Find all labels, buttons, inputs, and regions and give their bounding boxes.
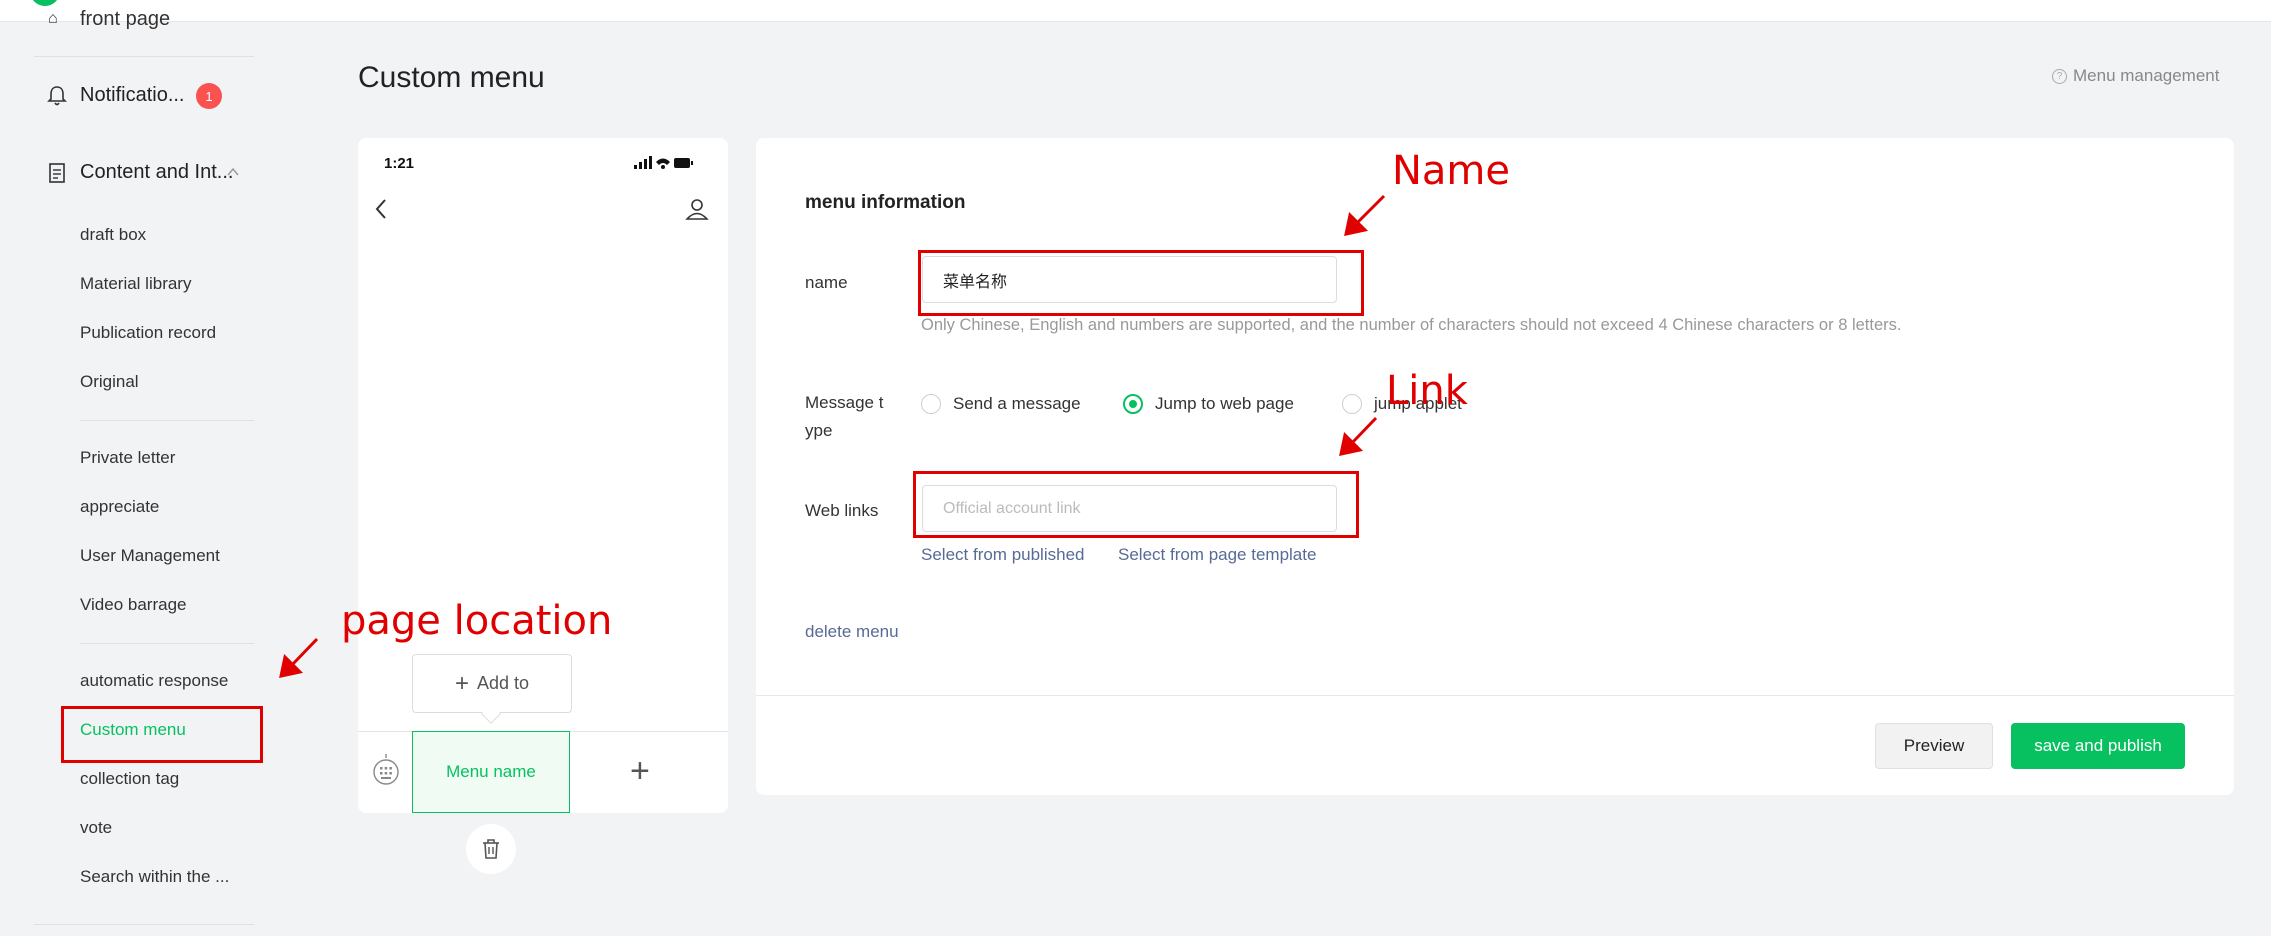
sidebar-item-front-page[interactable]: front page — [80, 8, 170, 31]
phone-time: 1:21 — [384, 155, 415, 172]
sidebar-item-search[interactable]: Search within the ... — [80, 867, 229, 887]
back-arrow-icon[interactable] — [373, 196, 389, 222]
radio-circle — [921, 394, 941, 414]
message-type-label-line2: ype — [805, 421, 833, 440]
radio-jump-web-page[interactable]: Jump to web page — [1123, 394, 1294, 414]
top-bar — [0, 0, 2271, 22]
radio-label: Send a message — [953, 394, 1081, 413]
sidebar-item-original[interactable]: Original — [80, 372, 139, 392]
page-location-arrowhead — [279, 653, 304, 678]
keyboard-icon[interactable] — [372, 752, 400, 788]
delete-menu-link[interactable]: delete menu — [805, 622, 899, 642]
notification-badge: 1 — [196, 83, 222, 109]
plus-icon: + — [454, 669, 469, 697]
sidebar-item-notifications[interactable]: Notificatio... — [80, 84, 184, 107]
menu-information-heading: menu information — [805, 192, 966, 213]
trash-icon — [483, 839, 499, 859]
sidebar-item-draft-box[interactable]: draft box — [80, 225, 146, 245]
sidebar-item-vote[interactable]: vote — [80, 818, 112, 838]
preview-button[interactable]: Preview — [1875, 723, 1993, 769]
divider — [34, 56, 254, 57]
link-annotation-label: Link — [1386, 368, 1468, 414]
menu-info-panel — [756, 138, 2234, 795]
sidebar-item-user-management[interactable]: User Management — [80, 546, 220, 566]
status-bar-icon — [634, 156, 693, 169]
sidebar-item-content[interactable]: Content and Int... — [80, 161, 233, 184]
divider — [34, 924, 254, 925]
name-annotation-label: Name — [1392, 148, 1511, 194]
sidebar-item-automatic-response[interactable]: automatic response — [80, 671, 228, 691]
add-label: Add to — [476, 673, 530, 693]
save-and-publish-button[interactable]: save and publish — [2011, 723, 2185, 769]
add-menu-plus-icon[interactable]: + — [630, 752, 650, 791]
divider — [80, 420, 254, 421]
select-from-template-link[interactable]: Select from page template — [1118, 545, 1316, 565]
page-location-arrow — [289, 637, 319, 668]
message-type-label-line1: Message t — [805, 393, 884, 412]
sidebar-item-appreciate[interactable]: appreciate — [80, 497, 159, 517]
sidebar-item-video-barrage[interactable]: Video barrage — [80, 595, 187, 615]
radio-circle — [1342, 394, 1362, 414]
name-hint: Only Chinese, English and numbers are su… — [921, 316, 1902, 334]
name-annotation-box — [918, 250, 1364, 316]
page-title: Custom menu — [358, 61, 545, 94]
menu-management-label: Menu management — [2073, 66, 2220, 85]
select-from-published-link[interactable]: Select from published — [921, 545, 1084, 565]
link-annotation-box — [913, 471, 1359, 538]
home-icon: ⌂ — [48, 10, 58, 27]
logo-icon — [30, 0, 60, 6]
radio-label: Jump to web page — [1155, 394, 1294, 413]
name-label: name — [805, 273, 848, 292]
sidebar-item-publication-record[interactable]: Publication record — [80, 323, 216, 343]
delete-menu-button[interactable] — [466, 824, 516, 874]
page-location-highlight — [61, 706, 263, 763]
web-links-label: Web links — [805, 501, 879, 520]
menu-tab-menu-name[interactable]: Menu name — [412, 731, 570, 813]
sidebar-item-private-letter[interactable]: Private letter — [80, 448, 175, 468]
user-icon[interactable] — [684, 196, 710, 222]
divider — [80, 643, 254, 644]
radio-circle-checked — [1123, 394, 1143, 414]
sidebar-item-collection-tag[interactable]: collection tag — [80, 769, 179, 789]
sidebar-item-material-library[interactable]: Material library — [80, 274, 191, 294]
help-icon: ? — [2052, 68, 2067, 84]
document-icon — [49, 163, 65, 183]
bell-icon — [47, 86, 67, 106]
form-footer-divider — [756, 695, 2234, 696]
chevron-up-icon[interactable] — [227, 166, 239, 178]
menu-management-link[interactable]: ? Menu management — [2052, 66, 2219, 86]
page-location-annotation-label: page location — [341, 598, 613, 644]
radio-send-message[interactable]: Send a message — [921, 394, 1081, 414]
